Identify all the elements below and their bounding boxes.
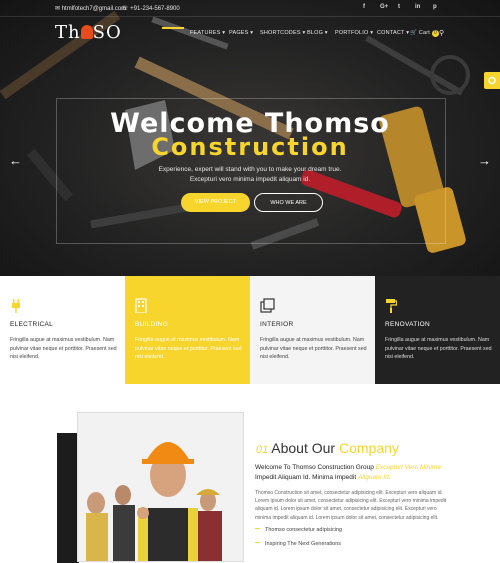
lead-accent-1: Excepturi Vero Minima [375, 464, 441, 471]
view-project-button[interactable]: VIEW PROJECT [181, 193, 250, 212]
service-text: Fringilla augue at maximus vestibulum. N… [135, 337, 242, 361]
who-we-are-button[interactable]: WHO WE ARE [254, 193, 323, 212]
about-section: 01 About Our Company Welcome To Thomso Co… [0, 384, 500, 563]
service-card-renovation[interactable]: RENOVATION Fringilla augue at maximus ve… [375, 276, 500, 384]
hero-slider: ✉ htmlfotech7@gmail.com ☏ +91-234-567-89… [0, 0, 500, 276]
gear-icon [488, 76, 496, 85]
nav-item-portfolio[interactable]: PORTFOLIO ▾ [335, 30, 373, 36]
nav-item-pages[interactable]: PAGES ▾ [229, 30, 253, 36]
facebook-icon[interactable]: f [363, 4, 365, 10]
nav-item-shortcodes[interactable]: SHORTCODES ▾ [260, 30, 305, 36]
nav-item-blog[interactable]: BLOG ▾ [307, 30, 328, 36]
lead-plain-2: Impedit Aliquam Id. Minima Impedit [255, 474, 357, 481]
bullet-item: Thomso consectetur adipisicing [255, 527, 342, 533]
plug-icon [12, 299, 20, 313]
next-slide-arrow-icon[interactable]: → [478, 153, 491, 168]
cart-icon: 🛒 [410, 30, 418, 36]
cart-button[interactable]: 🛒 Cart 0 [410, 30, 439, 37]
pinterest-icon[interactable]: p [433, 4, 437, 10]
service-text: Fringilla augue at maximus vestibulum. N… [10, 337, 117, 361]
cart-count-badge: 0 [432, 30, 439, 37]
twitter-icon[interactable]: t [398, 4, 400, 10]
settings-toggle-button[interactable] [484, 72, 500, 89]
top-bar: ✉ htmlfotech7@gmail.com ☏ +91-234-567-89… [0, 0, 500, 17]
hero-text-line-2: Excepturi vero minima impedit aliquam id… [189, 176, 311, 183]
paint-roller-icon [386, 299, 397, 313]
about-heading: 01 About Our Company [256, 440, 399, 456]
linkedin-icon[interactable]: in [415, 4, 420, 10]
cart-label: Cart [418, 30, 430, 36]
search-icon[interactable]: ⚲ [439, 29, 444, 37]
phone-link[interactable]: ☏ +91-234-567-8900 [121, 5, 180, 12]
about-image [77, 412, 244, 562]
hero-text-line-1: Experience, expert will stand with you t… [158, 166, 342, 173]
email-link[interactable]: ✉ htmlfotech7@gmail.com [55, 5, 126, 12]
service-title: ELECTRICAL [10, 321, 54, 328]
services-section: ELECTRICAL Fringilla augue at maximus ve… [0, 276, 500, 384]
layers-icon [260, 298, 275, 313]
nav-item-contact[interactable]: CONTACT ▾ [377, 30, 409, 36]
nav-item-features[interactable]: FEATURES ▾ [190, 30, 225, 36]
service-text: Fringilla augue at maximus vestibulum. N… [260, 337, 367, 361]
about-lead: Welcome To Thomso Construction Group Exc… [255, 463, 455, 483]
about-body: Thomso Construction sit amet, consectetu… [255, 490, 447, 521]
workers-illustration [78, 413, 243, 561]
building-icon [135, 298, 147, 313]
service-card-interior[interactable]: INTERIOR Fringilla augue at maximus vest… [250, 276, 375, 384]
logo-text-right: SO [92, 22, 122, 43]
flame-icon [80, 25, 93, 39]
logo-text-left: Th [55, 22, 81, 43]
service-title: RENOVATION [385, 321, 431, 328]
lead-accent-2: Aliquam Id. [357, 474, 391, 481]
about-heading-accent: Company [338, 440, 399, 456]
prev-slide-arrow-icon[interactable]: ← [9, 153, 22, 168]
section-number: 01 [256, 444, 269, 456]
service-title: INTERIOR [260, 321, 294, 328]
service-card-building[interactable]: BUILDING Fringilla augue at maximus vest… [125, 276, 250, 384]
about-heading-plain: About Our [271, 440, 336, 456]
bullet-item: Inspiring The Next Generations [255, 541, 341, 547]
email-text: htmlfotech7@gmail.com [61, 6, 127, 12]
google-plus-icon[interactable]: G+ [380, 4, 388, 10]
nav-item-home[interactable] [162, 27, 184, 33]
phone-text: +91-234-567-8900 [130, 6, 180, 12]
lead-plain-1: Welcome To Thomso Construction Group [255, 464, 374, 471]
service-title: BUILDING [135, 321, 169, 328]
image-accent-bar [57, 433, 79, 563]
site-logo[interactable]: Th SO [55, 22, 122, 43]
service-text: Fringilla augue at maximus vestibulum. N… [385, 337, 492, 361]
hero-subtitle: Construction [151, 133, 349, 161]
hero-text: Experience, expert will stand with you t… [0, 165, 500, 185]
service-card-electrical[interactable]: ELECTRICAL Fringilla augue at maximus ve… [0, 276, 125, 384]
